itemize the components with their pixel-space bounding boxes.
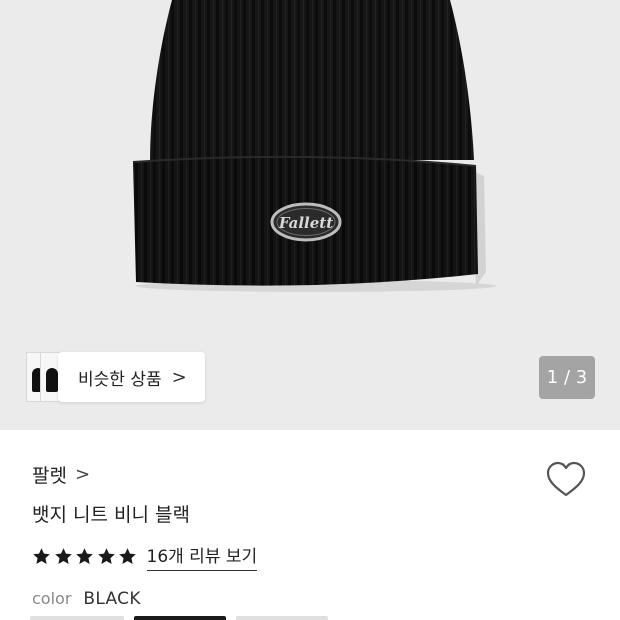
rating-stars: [32, 547, 140, 566]
chevron-right-icon: >: [74, 464, 91, 485]
color-swatch[interactable]: [236, 616, 328, 620]
star-icon: [97, 548, 115, 565]
logo-badge-text: Fallett: [278, 214, 333, 232]
star-icon: [76, 548, 93, 565]
brand-link[interactable]: 팔렛 >: [32, 461, 90, 488]
image-page-indicator: 1 / 3: [539, 356, 595, 399]
rating-row: 16개 리뷰 보기: [32, 542, 258, 571]
color-swatch[interactable]: [30, 616, 124, 620]
product-title: 뱃지 니트 비니 블랙: [32, 504, 190, 526]
similar-thumbnail: [40, 352, 60, 402]
color-value: BLACK: [83, 589, 141, 609]
color-swatch-row: [0, 616, 620, 620]
star-icon: [33, 548, 50, 565]
similar-products-label: 비슷한 상품: [78, 369, 162, 390]
chevron-right-icon: >: [171, 366, 187, 388]
color-row: color BLACK: [32, 589, 141, 609]
color-swatch[interactable]: [134, 616, 226, 620]
similar-products[interactable]: 비슷한 상품 >: [26, 352, 205, 402]
color-label: color: [32, 589, 72, 608]
product-image-gallery[interactable]: Fallett 비슷한 상품 > 1 / 3: [0, 0, 620, 430]
heart-icon[interactable]: [545, 460, 587, 500]
review-link[interactable]: 16개 리뷰 보기: [146, 542, 258, 571]
star-icon: [54, 548, 72, 565]
similar-products-button[interactable]: 비슷한 상품 >: [58, 352, 205, 402]
star-icon: [119, 548, 136, 565]
brand-name: 팔렛: [32, 465, 67, 487]
